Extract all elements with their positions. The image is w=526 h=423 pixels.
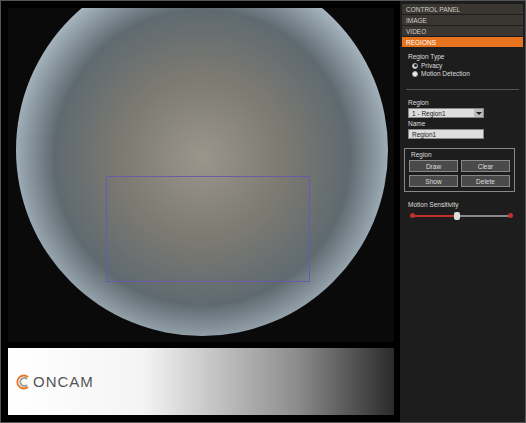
- radio-option[interactable]: Motion Detection: [412, 70, 517, 77]
- camera-video: [8, 8, 394, 342]
- menu-item[interactable]: IMAGE: [402, 15, 523, 26]
- radio-label: Motion Detection: [421, 70, 470, 77]
- fisheye-image: [16, 8, 388, 336]
- dropdown-value: 1 - Region1: [409, 110, 474, 117]
- slider-min-dot: [410, 213, 415, 218]
- slider-thumb[interactable]: [454, 212, 460, 220]
- region-overlay[interactable]: [106, 176, 310, 282]
- group-title: Region: [409, 151, 434, 158]
- sensitivity-section: Motion Sensitivity: [402, 196, 523, 223]
- camera-app: ONCAMCONTROL PANELIMAGEVIDEOREGIONSRegio…: [0, 0, 526, 423]
- logo-icon: [16, 374, 32, 390]
- slider-fill: [412, 215, 457, 217]
- region-button[interactable]: Delete: [461, 175, 510, 187]
- region-section: Region 1 - Region1 Name Region1: [402, 94, 523, 142]
- slider-max-dot: [508, 213, 513, 218]
- radio-button[interactable]: [412, 71, 418, 77]
- region-type-section: Region Type PrivacyMotion Detection: [402, 48, 523, 81]
- menu-item[interactable]: CONTROL PANEL: [402, 4, 523, 15]
- button-grid: DrawClearShowDelete: [409, 160, 510, 187]
- radio-button[interactable]: [412, 63, 418, 69]
- logo-strip: ONCAM: [8, 348, 394, 415]
- oncam-logo: ONCAM: [16, 373, 94, 390]
- region-button[interactable]: Clear: [461, 160, 510, 172]
- slider-track[interactable]: [412, 215, 511, 217]
- view-column: ONCAM: [1, 1, 400, 422]
- radio-label: Privacy: [421, 62, 442, 69]
- name-label: Name: [408, 120, 517, 127]
- region-group: Region DrawClearShowDelete: [404, 148, 515, 192]
- settings-panel: CONTROL PANELIMAGEVIDEOREGIONSRegion Typ…: [400, 1, 525, 422]
- region-button[interactable]: Show: [409, 175, 458, 187]
- dropdown-button[interactable]: [474, 109, 483, 117]
- radio-option[interactable]: Privacy: [412, 62, 517, 69]
- separator: [406, 89, 519, 90]
- region-button[interactable]: Draw: [409, 160, 458, 172]
- logo-text: ONCAM: [33, 373, 94, 390]
- sensitivity-label: Motion Sensitivity: [408, 201, 517, 208]
- region-label: Region: [408, 99, 517, 106]
- radio-dot: [414, 64, 417, 67]
- menu-item[interactable]: REGIONS: [402, 37, 523, 48]
- video-frame: [1, 1, 400, 348]
- region-type-label: Region Type: [408, 53, 517, 60]
- region-dropdown[interactable]: 1 - Region1: [408, 108, 484, 118]
- name-field[interactable]: Region1: [408, 129, 484, 139]
- dropdown-arrow-icon: [476, 112, 482, 115]
- menu-item[interactable]: VIDEO: [402, 26, 523, 37]
- sensitivity-slider[interactable]: [412, 212, 511, 220]
